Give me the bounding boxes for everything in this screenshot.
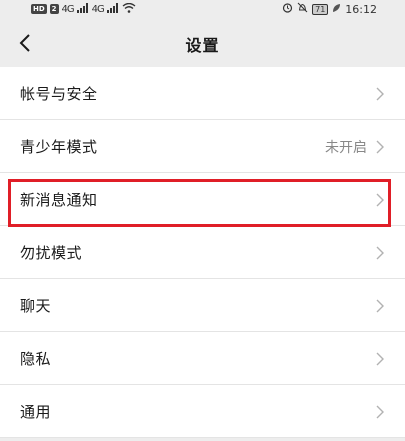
settings-item-do-not-disturb[interactable]: 勿扰模式: [0, 226, 405, 279]
nav-bar: 设置: [0, 18, 405, 70]
chevron-right-icon: [376, 193, 384, 207]
chevron-right-icon: [376, 87, 384, 101]
settings-item-label: 青少年模式: [20, 138, 98, 156]
settings-item-label: 新消息通知: [20, 191, 98, 209]
clock-time: 16:12: [345, 2, 377, 16]
page-title: 设置: [185, 36, 220, 55]
settings-item-account-security[interactable]: 帐号与安全: [0, 67, 405, 120]
alarm-icon: [282, 2, 293, 16]
leaf-icon: [332, 3, 341, 16]
chevron-right-icon: [376, 246, 384, 260]
battery-icon: 71: [312, 3, 329, 15]
chevron-right-icon: [376, 299, 384, 313]
mute-bell-icon: [297, 2, 308, 16]
chevron-right-icon: [376, 352, 384, 366]
settings-item-label: 勿扰模式: [20, 244, 83, 262]
settings-item-label: 聊天: [20, 297, 52, 315]
settings-item-teen-mode[interactable]: 青少年模式 未开启: [0, 120, 405, 173]
status-left: HD 2 4G 4G: [0, 2, 136, 16]
settings-item-chat[interactable]: 聊天: [0, 279, 405, 332]
settings-item-value: 未开启: [325, 140, 367, 156]
settings-item-label: 隐私: [20, 350, 52, 368]
signal-icon-1: [76, 2, 89, 16]
network-type-2: 4G: [91, 3, 105, 15]
settings-item-general[interactable]: 通用: [0, 385, 405, 438]
signal-icon-2: [106, 2, 119, 16]
settings-item-new-message-notification[interactable]: 新消息通知: [0, 173, 405, 226]
settings-item-label: 帐号与安全: [20, 85, 98, 103]
sim-badge: 2: [49, 4, 59, 14]
network-type-1: 4G: [61, 3, 75, 15]
status-bar: HD 2 4G 4G 71 16:12: [0, 0, 405, 18]
wifi-icon: [122, 2, 136, 16]
settings-item-label: 通用: [20, 403, 52, 421]
settings-item-privacy[interactable]: 隐私: [0, 332, 405, 385]
status-right: 71 16:12: [282, 2, 405, 16]
chevron-right-icon: [376, 405, 384, 419]
hd-badge: HD: [31, 4, 47, 14]
settings-list: 帐号与安全 青少年模式 未开启 新消息通知 勿扰模式 聊天 隐私 通用: [0, 67, 405, 438]
chevron-right-icon: [376, 140, 384, 154]
